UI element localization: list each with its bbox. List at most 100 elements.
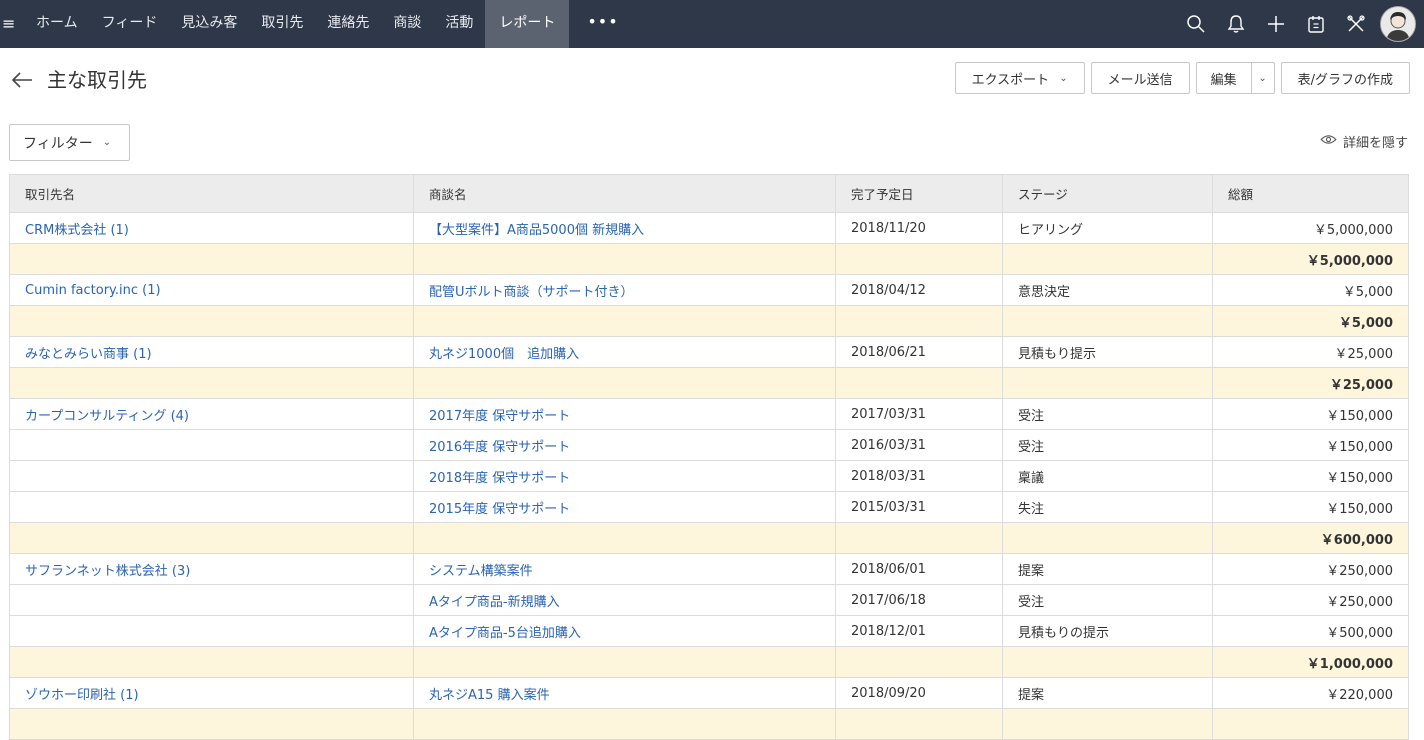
filter-button[interactable]: フィルター ⌄ (9, 124, 130, 161)
subtotal-date-cell (835, 367, 1003, 399)
chevron-down-icon: ⌄ (1059, 72, 1068, 84)
deal-link[interactable]: システム構築案件 (413, 553, 836, 585)
subtotal-row: ￥5,000,000 (9, 243, 1409, 275)
account-link[interactable]: CRM株式会社 (1) (9, 212, 414, 244)
subtotal-account-cell (9, 305, 414, 337)
tools-icon[interactable] (1336, 0, 1376, 48)
deal-link[interactable]: 2018年度 保守サポート (413, 460, 836, 492)
deal-link[interactable]: 【大型案件】A商品5000個 新規購入 (413, 212, 836, 244)
column-header-account[interactable]: 取引先名 (9, 174, 414, 213)
deal-link[interactable]: 2015年度 保守サポート (413, 491, 836, 523)
create-chart-label: 表/グラフの作成 (1297, 72, 1393, 88)
search-icon[interactable] (1176, 0, 1216, 48)
avatar[interactable] (1380, 6, 1416, 42)
close-date-cell: 2015/03/31 (835, 491, 1003, 523)
table-row: 2018年度 保守サポート 2018/03/31 稟議 ￥150,000 (9, 460, 1409, 492)
close-date-cell: 2018/09/20 (835, 677, 1003, 709)
chevron-down-icon: ⌄ (102, 137, 112, 148)
create-chart-button[interactable]: 表/グラフの作成 (1280, 62, 1410, 94)
subtotal-row: ￥600,000 (9, 522, 1409, 554)
amount-cell: ￥5,000 (1212, 274, 1409, 306)
column-header-amount[interactable]: 総額 (1212, 174, 1409, 213)
subtotal-account-cell (9, 708, 414, 740)
subtotal-stage-cell (1002, 305, 1213, 337)
subtotal-amount: ￥5,000,000 (1212, 243, 1409, 275)
send-mail-button[interactable]: メール送信 (1090, 62, 1190, 94)
subtotal-account-cell (9, 646, 414, 678)
nav-item-accounts[interactable]: 取引先 (249, 0, 315, 48)
stage-cell: 提案 (1002, 553, 1213, 585)
account-link[interactable]: Cumin factory.inc (1) (9, 274, 414, 306)
column-header-deal[interactable]: 商談名 (413, 174, 836, 213)
main-nav: ホーム フィード 見込み客 取引先 連絡先 商談 活動 レポート ••• (24, 0, 637, 48)
subtotal-stage-cell (1002, 708, 1213, 740)
deal-link[interactable]: 配管Uボルト商談（サポート付き） (413, 274, 836, 306)
account-link[interactable]: サフランネット株式会社 (3) (9, 553, 414, 585)
more-menu-icon[interactable]: ••• (569, 0, 636, 48)
deal-link[interactable]: 丸ネジ1000個 追加購入 (413, 336, 836, 368)
table-row: サフランネット株式会社 (3) システム構築案件 2018/06/01 提案 ￥250,… (9, 553, 1409, 585)
subtotal-date-cell (835, 708, 1003, 740)
subtotal-stage-cell (1002, 522, 1213, 554)
nav-item-activities[interactable]: 活動 (433, 0, 485, 48)
subtotal-account-cell (9, 522, 414, 554)
amount-cell: ￥25,000 (1212, 336, 1409, 368)
hide-detail-toggle[interactable]: 詳細を隠す (1320, 132, 1408, 151)
close-date-cell: 2018/06/21 (835, 336, 1003, 368)
table-row: CRM株式会社 (1) 【大型案件】A商品5000個 新規購入 2018/11/20… (9, 212, 1409, 244)
chevron-down-icon[interactable]: ⌄ (1250, 63, 1274, 93)
page-title: 主な取引先 (47, 68, 147, 92)
account-link[interactable]: ゾウホー印刷社 (1) (9, 677, 414, 709)
report-actions: エクスポート ⌄ メール送信 編集 ⌄ 表/グラフの作成 (954, 62, 1410, 94)
column-header-stage[interactable]: ステージ (1002, 174, 1213, 213)
nav-item-leads[interactable]: 見込み客 (169, 0, 249, 48)
nav-item-contacts[interactable]: 連絡先 (315, 0, 381, 48)
table-row: みなとみらい商事 (1) 丸ネジ1000個 追加購入 2018/06/21 見積もり提… (9, 336, 1409, 368)
amount-cell: ￥5,000,000 (1212, 212, 1409, 244)
amount-cell: ￥500,000 (1212, 615, 1409, 647)
nav-item-home[interactable]: ホーム (24, 0, 90, 48)
stage-cell: 受注 (1002, 584, 1213, 616)
plus-icon[interactable] (1256, 0, 1296, 48)
amount-cell: ￥150,000 (1212, 460, 1409, 492)
edit-button[interactable]: 編集 (1197, 63, 1251, 93)
bell-icon[interactable] (1216, 0, 1256, 48)
stage-cell: 見積もりの提示 (1002, 615, 1213, 647)
table-row: Aタイプ商品-新規購入 2017/06/18 受注 ￥250,000 (9, 584, 1409, 616)
stage-cell: 提案 (1002, 677, 1213, 709)
deal-link[interactable]: 2017年度 保守サポート (413, 398, 836, 430)
nav-item-feed[interactable]: フィード (90, 0, 170, 48)
subtotal-row: ￥25,000 (9, 367, 1409, 399)
menu-icon[interactable]: ≡ (2, 12, 20, 36)
table-row: カープコンサルティング (4) 2017年度 保守サポート 2017/03/31 受注… (9, 398, 1409, 430)
subtotal-account-cell (9, 367, 414, 399)
export-button[interactable]: エクスポート ⌄ (954, 62, 1085, 94)
nav-item-reports[interactable]: レポート (485, 0, 570, 48)
deal-link[interactable]: Aタイプ商品-新規購入 (413, 584, 836, 616)
subtotal-amount: ￥25,000 (1212, 367, 1409, 399)
stage-cell: 見積もり提示 (1002, 336, 1213, 368)
deal-link[interactable]: 2016年度 保守サポート (413, 429, 836, 461)
report-table-body: CRM株式会社 (1) 【大型案件】A商品5000個 新規購入 2018/11/20… (9, 212, 1409, 740)
hide-detail-label: 詳細を隠す (1342, 136, 1408, 151)
nav-item-deals[interactable]: 商談 (381, 0, 433, 48)
column-header-close-date[interactable]: 完了予定日 (835, 174, 1003, 213)
subtotal-deal-cell (413, 646, 836, 678)
stage-cell: 受注 (1002, 429, 1213, 461)
send-mail-label: メール送信 (1107, 72, 1173, 88)
table-row: 2015年度 保守サポート 2015/03/31 失注 ￥150,000 (9, 491, 1409, 523)
stage-cell: 稟議 (1002, 460, 1213, 492)
stage-cell: 意思決定 (1002, 274, 1213, 306)
deal-link[interactable]: Aタイプ商品-5台追加購入 (413, 615, 836, 647)
account-link[interactable]: カープコンサルティング (4) (9, 398, 414, 430)
account-link[interactable]: みなとみらい商事 (1) (9, 336, 414, 368)
table-row: Cumin factory.inc (1) 配管Uボルト商談（サポート付き） 201… (9, 274, 1409, 306)
amount-cell: ￥250,000 (1212, 553, 1409, 585)
account-link (9, 460, 414, 492)
deal-link[interactable]: 丸ネジA15 購入案件 (413, 677, 836, 709)
subtotal-deal-cell (413, 367, 836, 399)
close-date-cell: 2017/06/18 (835, 584, 1003, 616)
back-arrow-icon[interactable] (10, 66, 34, 94)
account-link (9, 491, 414, 523)
calendar-icon[interactable] (1296, 0, 1336, 48)
